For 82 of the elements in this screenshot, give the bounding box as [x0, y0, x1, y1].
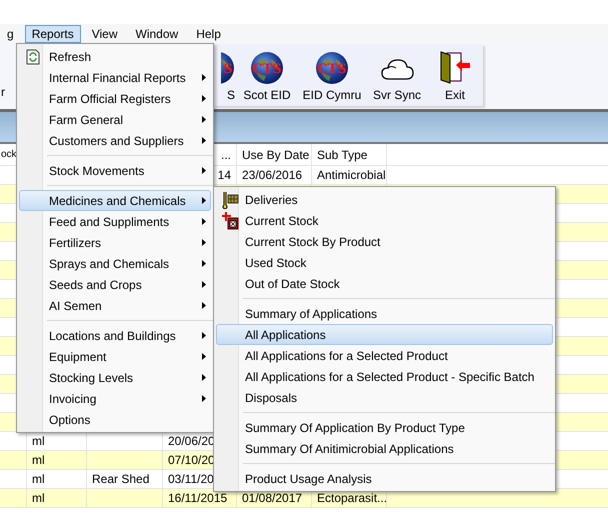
stock-icon	[220, 212, 238, 230]
menu-item[interactable]: Stocking Levels	[19, 367, 211, 388]
submenu-arrow-icon	[202, 281, 206, 288]
submenu-arrow-icon	[202, 353, 206, 360]
menu-item[interactable]: Summary Of Anitimicrobial Applications	[216, 438, 553, 459]
globe-label: CTS	[251, 63, 283, 76]
table-cell-text: 03/11/20	[168, 471, 214, 488]
menu-item[interactable]: Stock Movements	[19, 160, 211, 181]
table-cell-text: Ectoparasit...	[317, 490, 386, 507]
table-cell-text: 01/08/2017	[242, 490, 302, 507]
menu-item[interactable]: Disposals	[216, 387, 553, 408]
menu-item[interactable]: Locations and Buildings	[19, 325, 211, 346]
table-cell-text: ml	[32, 433, 45, 450]
menu-item[interactable]: Medicines and Chemicals	[19, 190, 211, 211]
globe-label: S	[222, 63, 234, 76]
submenu-arrow-icon	[202, 137, 206, 144]
toolbar-button[interactable]: CTS EID Cymru	[299, 44, 365, 106]
submenu-arrow-icon	[202, 218, 206, 225]
menu-item[interactable]: Deliveries	[216, 189, 553, 210]
globe-icon	[250, 51, 284, 85]
table-cell-text: 23/06/2016	[242, 167, 302, 184]
table-cell-text: Antimicrobial	[317, 167, 386, 184]
submenu-arrow-icon	[202, 374, 206, 381]
table-cell-text: ml	[32, 471, 45, 488]
column-header[interactable]: Sub Type	[317, 146, 368, 164]
refresh-icon	[26, 48, 40, 64]
submenu-arrow-icon	[202, 74, 206, 81]
submenu-arrow-icon	[202, 95, 206, 102]
submenu-arrow-icon	[202, 116, 206, 123]
column-header[interactable]: ...	[220, 146, 231, 164]
toolbar-button[interactable]: Exit	[429, 44, 481, 106]
menu-item[interactable]: All Applications for a Selected Product - Specific Batch	[216, 366, 553, 387]
table-cell-text: 14	[218, 167, 231, 184]
table-cell-text: Rear Shed	[92, 471, 150, 488]
submenu-arrow-icon	[202, 260, 206, 267]
globe-icon	[315, 51, 349, 85]
menu-item[interactable]: Fertilizers	[19, 232, 211, 253]
menu-bar-item[interactable]: Help	[189, 25, 228, 43]
menu-item[interactable]: Current Stock	[216, 210, 553, 231]
menu-item[interactable]: All Applications	[216, 324, 553, 345]
table-cell-text: ml	[32, 452, 45, 469]
toolbar-label[interactable]: r	[1, 83, 5, 101]
menu-item[interactable]: Feed and Suppliments	[19, 211, 211, 232]
menu-bar-item[interactable]: Reports	[24, 25, 81, 43]
menu-item[interactable]: Farm General	[19, 109, 211, 130]
submenu-arrow-icon	[202, 197, 206, 204]
menu-item[interactable]: Current Stock By Product	[216, 231, 553, 252]
submenu-arrow-icon	[202, 332, 206, 339]
menu-item[interactable]: Invoicing	[19, 388, 211, 409]
menu-bar-item[interactable]: View	[84, 25, 125, 43]
menu-item[interactable]: Options	[19, 409, 211, 430]
menu-item[interactable]: Internal Financial Reports	[19, 67, 211, 88]
table-cell-text: 16/11/2015	[168, 490, 228, 507]
globe-label: CTS	[316, 63, 348, 76]
column-header[interactable]: Use By Date	[242, 146, 310, 164]
delivery-icon	[220, 190, 238, 208]
table-cell-text: 07/10/20	[168, 452, 215, 469]
menu-bar-item[interactable]: g	[0, 25, 21, 43]
table-cell-text: 20/06/20	[168, 433, 215, 450]
menu-item[interactable]: Summary Of Application By Product Type	[216, 417, 553, 438]
menu-item[interactable]: Farm Official Registers	[19, 88, 211, 109]
submenu-arrow-icon	[202, 239, 206, 246]
submenu-arrow-icon	[202, 395, 206, 402]
menu-bar-item[interactable]: Window	[128, 25, 186, 43]
exit-door-icon	[438, 51, 472, 85]
menu-item[interactable]: Seeds and Crops	[19, 274, 211, 295]
menu-item[interactable]: Used Stock	[216, 252, 553, 273]
menu-item[interactable]: Equipment	[19, 346, 211, 367]
menu-item[interactable]: Refresh	[19, 46, 211, 67]
submenu-arrow-icon	[202, 302, 206, 309]
column-header[interactable]: ock	[1, 147, 17, 162]
toolbar-button[interactable]: CTS Scot EID	[235, 44, 299, 106]
menu-item[interactable]: Customers and Suppliers	[19, 130, 211, 151]
menu-item[interactable]: Out of Date Stock	[216, 273, 553, 294]
table-cell-text: ml	[32, 490, 45, 507]
menu-item[interactable]: Product Usage Analysis	[216, 468, 553, 489]
menu-item[interactable]: AI Semen	[19, 295, 211, 316]
toolbar-button[interactable]: Svr Sync	[365, 44, 429, 106]
menu-item[interactable]: Sprays and Chemicals	[19, 253, 211, 274]
submenu-arrow-icon	[202, 167, 206, 174]
menu-item[interactable]: All Applications for a Selected Product	[216, 345, 553, 366]
menu-item[interactable]: Summary of Applications	[216, 303, 553, 324]
